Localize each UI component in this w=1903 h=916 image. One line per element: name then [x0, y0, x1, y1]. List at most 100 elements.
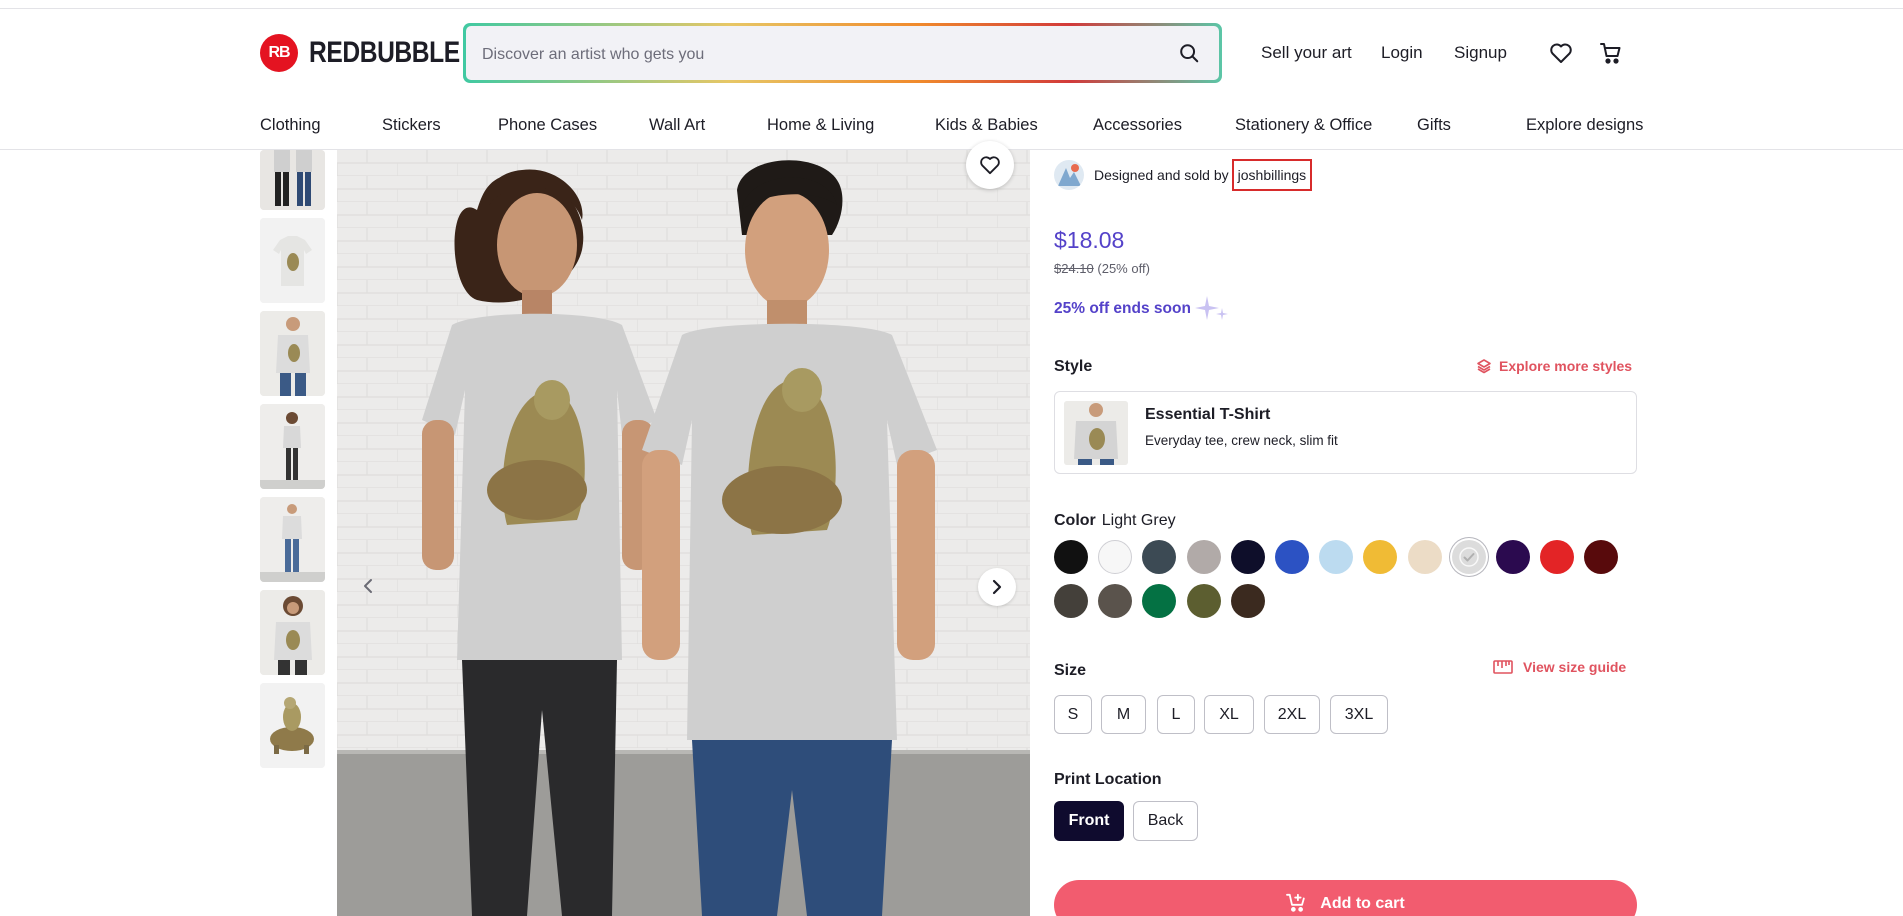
color-swatch[interactable] [1230, 584, 1265, 618]
thumbnail-man-full-image [260, 497, 325, 582]
next-image-button[interactable] [978, 568, 1016, 606]
thumbnail-woman-closeup-image [260, 590, 325, 675]
color-swatch[interactable] [1142, 540, 1177, 574]
discount-text: (25% off) [1097, 261, 1150, 276]
color-swatch[interactable] [1142, 584, 1177, 618]
color-swatch[interactable] [1496, 540, 1530, 574]
search-icon [1180, 44, 1199, 63]
cart-button[interactable] [1598, 40, 1624, 66]
ruler-icon [1493, 660, 1513, 674]
nav-phone-cases[interactable]: Phone Cases [498, 116, 597, 135]
nav-home-living[interactable]: Home & Living [767, 116, 874, 135]
size-xl-button[interactable]: XL [1204, 695, 1254, 734]
nav-stickers[interactable]: Stickers [382, 116, 441, 135]
color-swatch[interactable] [1098, 584, 1133, 618]
selected-color-name: Light Grey [1101, 512, 1176, 529]
thumbnail-woman-closeup[interactable] [260, 590, 325, 675]
avatar-image [1054, 160, 1084, 190]
previous-image-button[interactable] [357, 570, 379, 602]
thumbnail-man-image [260, 311, 325, 396]
size-2xl-button[interactable]: 2XL [1264, 695, 1320, 734]
color-swatch[interactable] [1363, 540, 1398, 574]
original-price: $24.10 [1054, 261, 1094, 276]
add-to-favorites-button[interactable] [966, 141, 1014, 189]
nav-clothing[interactable]: Clothing [260, 116, 321, 135]
print-location-label: Print Location [1054, 771, 1162, 788]
color-swatch[interactable] [1584, 540, 1619, 574]
signup-link[interactable]: Signup [1454, 43, 1507, 63]
color-swatch[interactable] [1054, 584, 1088, 618]
print-back-button[interactable]: Back [1133, 801, 1198, 841]
sale-price: $18.08 [1054, 227, 1125, 253]
nav-wall-art[interactable]: Wall Art [649, 116, 705, 135]
style-card[interactable]: Essential T-Shirt Everyday tee, crew nec… [1054, 391, 1637, 474]
original-price-line: $24.10 (25% off) [1054, 261, 1150, 276]
search-button[interactable] [1175, 39, 1203, 67]
thumbnail-man-front[interactable] [260, 311, 325, 396]
style-description: Everyday tee, crew neck, slim fit [1145, 433, 1338, 448]
checkmark-icon [1459, 547, 1479, 567]
promo-text: 25% off ends soon [1054, 300, 1191, 317]
thumbnail-artwork[interactable] [260, 683, 325, 768]
color-swatch[interactable] [1275, 540, 1309, 574]
color-swatch[interactable] [1098, 540, 1133, 574]
artist-link[interactable]: joshbillings [1231, 159, 1313, 191]
cart-plus-icon [1286, 893, 1305, 912]
style-name: Essential T-Shirt [1145, 406, 1271, 423]
nav-kids-babies[interactable]: Kids & Babies [935, 116, 1038, 135]
view-size-guide-link[interactable]: View size guide [1493, 659, 1626, 675]
category-nav: Clothing Stickers Phone Cases Wall Art H… [0, 104, 1903, 150]
color-swatch[interactable] [1186, 584, 1221, 618]
color-swatch[interactable] [1230, 540, 1265, 574]
view-size-guide-label: View size guide [1523, 659, 1627, 675]
add-to-cart-label: Add to cart [1320, 895, 1405, 912]
chevron-right-icon [992, 579, 1002, 595]
thumbnail-couple[interactable] [260, 150, 325, 210]
heart-icon [980, 156, 1000, 175]
login-link[interactable]: Login [1381, 43, 1423, 63]
promo-banner: 25% off ends soon [1054, 294, 1229, 324]
color-swatch[interactable] [1186, 540, 1221, 574]
nav-explore-designs[interactable]: Explore designs [1526, 116, 1643, 135]
style-label: Style [1054, 358, 1093, 375]
thumbnail-man-full[interactable] [260, 497, 325, 582]
search-input[interactable] [482, 46, 1175, 64]
cart-icon [1600, 43, 1621, 64]
color-swatch[interactable] [1407, 540, 1442, 574]
logo-mark-icon: RB [260, 34, 298, 72]
color-swatch[interactable] [1054, 540, 1088, 574]
redbubble-logo[interactable]: RB REDBUBBLE [260, 34, 493, 72]
thumbnail-couple-image [260, 150, 325, 210]
color-swatch[interactable] [1540, 540, 1575, 574]
size-m-button[interactable]: M [1101, 695, 1146, 734]
style-thumbnail-image [1064, 401, 1128, 465]
nav-stationery-office[interactable]: Stationery & Office [1235, 116, 1372, 135]
designed-by-text: Designed and sold by [1094, 167, 1229, 183]
sparkle-icon [1194, 296, 1228, 320]
nav-accessories[interactable]: Accessories [1093, 116, 1182, 135]
explore-more-styles-link[interactable]: Explore more styles [1476, 358, 1632, 374]
add-to-cart-button[interactable]: Add to cart [1054, 880, 1637, 916]
artist-avatar[interactable] [1054, 160, 1084, 190]
color-swatch[interactable] [1319, 540, 1354, 574]
top-border [0, 8, 1903, 9]
thumbnail-shirt-image [260, 218, 325, 303]
thumbnail-woman-full[interactable] [260, 404, 325, 489]
size-s-button[interactable]: S [1054, 695, 1092, 734]
style-thumbnail [1064, 401, 1128, 465]
thumbnail-artwork-image [260, 683, 325, 768]
color-label: Color [1054, 512, 1096, 529]
thumbnail-shirt-flat[interactable] [260, 218, 325, 303]
chevron-left-icon [364, 579, 372, 593]
color-swatch-selected[interactable] [1451, 540, 1486, 574]
logo-wordmark: REDBUBBLE [309, 36, 460, 69]
size-l-button[interactable]: L [1157, 695, 1195, 734]
nav-gifts[interactable]: Gifts [1417, 116, 1451, 135]
explore-more-styles-label: Explore more styles [1499, 358, 1633, 374]
print-front-button[interactable]: Front [1054, 801, 1124, 841]
favorites-button[interactable] [1548, 40, 1574, 66]
size-3xl-button[interactable]: 3XL [1330, 695, 1388, 734]
search-container [466, 26, 1219, 80]
sell-your-art-link[interactable]: Sell your art [1261, 43, 1352, 63]
heart-icon [1550, 43, 1572, 63]
